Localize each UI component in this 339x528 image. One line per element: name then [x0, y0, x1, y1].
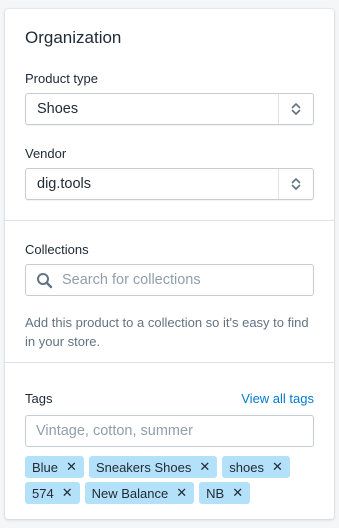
vendor-label: Vendor — [25, 146, 67, 161]
select-divider — [278, 94, 279, 124]
collections-help-text: Add this product to a collection so it's… — [25, 315, 309, 349]
product-type-select[interactable]: Shoes — [25, 93, 314, 125]
collections-search-input[interactable]: Search for collections — [25, 264, 314, 296]
tag-label: Blue — [32, 459, 59, 475]
view-all-tags-link[interactable]: View all tags — [241, 391, 314, 406]
tag-chip: Blue ✕ — [25, 456, 84, 478]
remove-tag-icon[interactable]: ✕ — [232, 485, 243, 501]
vendor-select[interactable]: dig.tools — [25, 168, 314, 200]
remove-tag-icon[interactable]: ✕ — [62, 485, 73, 501]
tag-list: Blue ✕ Sneakers Shoes ✕ shoes ✕ 574 ✕ Ne… — [25, 456, 317, 508]
remove-tag-icon[interactable]: ✕ — [66, 459, 77, 475]
search-icon — [37, 273, 53, 289]
select-divider — [278, 169, 279, 199]
tag-row: 574 ✕ New Balance ✕ NB ✕ — [25, 482, 317, 504]
collections-section: Collections Search for collections Add t… — [5, 220, 334, 362]
tag-chip: 574 ✕ — [25, 482, 80, 504]
card-title: Organization — [25, 28, 122, 47]
organization-section: Organization Product type Shoes Vendor d… — [5, 9, 334, 220]
tag-label: NB — [206, 485, 225, 501]
product-type-label: Product type — [25, 71, 98, 86]
remove-tag-icon[interactable]: ✕ — [272, 459, 283, 475]
tag-chip: NB ✕ — [199, 482, 251, 504]
remove-tag-icon[interactable]: ✕ — [199, 459, 210, 475]
select-chevron-icon — [291, 178, 301, 190]
tag-chip: New Balance ✕ — [84, 482, 195, 504]
collections-label: Collections — [25, 242, 89, 257]
tags-input-placeholder: Vintage, cotton, summer — [36, 423, 193, 439]
tags-input[interactable]: Vintage, cotton, summer — [25, 415, 314, 447]
tag-chip: shoes ✕ — [222, 456, 290, 478]
tag-label: shoes — [229, 459, 264, 475]
tag-chip: Sneakers Shoes ✕ — [88, 456, 218, 478]
select-chevron-icon — [291, 103, 301, 115]
tags-label: Tags — [25, 391, 53, 406]
tags-section: Tags View all tags Vintage, cotton, summ… — [5, 362, 334, 519]
tag-label: New Balance — [91, 485, 169, 501]
remove-tag-icon[interactable]: ✕ — [176, 485, 187, 501]
collections-search-placeholder: Search for collections — [62, 272, 201, 288]
tag-row: Blue ✕ Sneakers Shoes ✕ shoes ✕ — [25, 456, 317, 478]
vendor-value: dig.tools — [37, 176, 92, 192]
tag-label: 574 — [32, 485, 54, 501]
organization-card: Organization Product type Shoes Vendor d… — [5, 9, 334, 519]
tag-label: Sneakers Shoes — [95, 459, 192, 475]
product-type-value: Shoes — [37, 101, 79, 117]
